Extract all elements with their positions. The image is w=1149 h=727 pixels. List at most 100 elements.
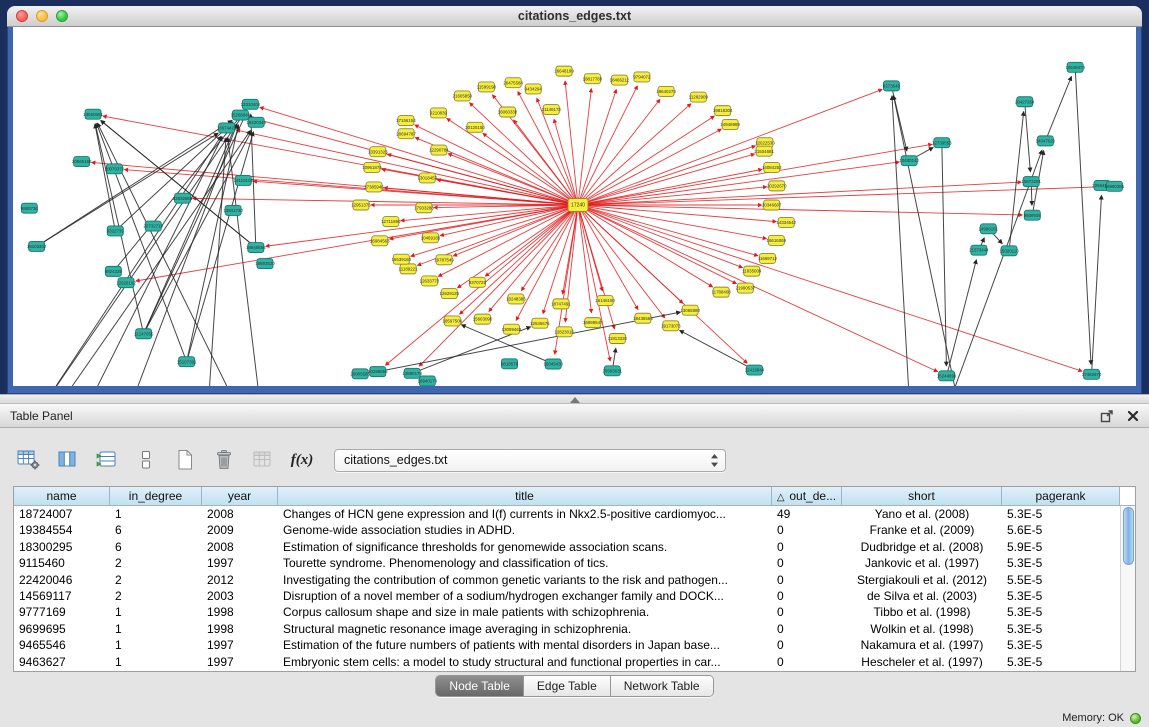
column-header-out_de[interactable]: △ out_de... (772, 487, 842, 506)
network-node[interactable]: 18466212 (610, 75, 630, 85)
network-node[interactable]: 9370729 (469, 277, 487, 287)
cell-short[interactable]: Dudbridge et al. (2008) (842, 539, 1002, 555)
table-row[interactable]: 946554611997Estimation of the future num… (14, 637, 1135, 653)
network-node[interactable]: 14110102 (234, 175, 254, 185)
network-node[interactable]: 21146173 (542, 105, 562, 115)
cell-in_degree[interactable]: 1 (110, 506, 202, 522)
table-settings-button[interactable] (14, 445, 44, 475)
cell-pagerank[interactable]: 5.3E-5 (1002, 621, 1120, 637)
cell-short[interactable]: Franke et al. (2009) (842, 522, 1002, 538)
show-columns-button[interactable] (53, 445, 83, 475)
table-row[interactable]: 2242004622012Investigating the contribut… (14, 572, 1135, 588)
network-node[interactable]: 12711690 (381, 217, 401, 227)
cell-title[interactable]: Changes of HCN gene expression and I(f) … (278, 506, 772, 522)
network-node[interactable]: 17385946 (364, 182, 384, 192)
network-node[interactable]: 16616069 (767, 235, 787, 245)
network-node[interactable]: 9865736 (21, 203, 39, 213)
cell-name[interactable]: 9465546 (14, 637, 110, 653)
scrollbar-thumb[interactable] (1123, 507, 1134, 565)
cell-pagerank[interactable]: 5.3E-5 (1002, 637, 1120, 653)
cell-pagerank[interactable]: 5.5E-5 (1002, 572, 1120, 588)
network-node[interactable]: 14334642 (776, 217, 796, 227)
cell-in_degree[interactable]: 1 (110, 621, 202, 637)
import-rows-button[interactable] (92, 445, 122, 475)
new-column-button[interactable] (170, 445, 200, 475)
network-node[interactable]: 12926102 (116, 278, 136, 288)
network-node[interactable]: 19173073 (661, 321, 681, 331)
cell-in_degree[interactable]: 1 (110, 637, 202, 653)
network-node[interactable]: 16899547 (583, 318, 603, 328)
column-header-name[interactable]: name (14, 487, 110, 506)
cell-out_de[interactable]: 0 (772, 621, 842, 637)
network-node[interactable]: 18436565 (633, 313, 653, 323)
cell-year[interactable]: 2008 (202, 539, 278, 555)
cell-name[interactable]: 9777169 (14, 604, 110, 620)
cell-name[interactable]: 14569117 (14, 588, 110, 604)
network-node[interactable]: 20694787 (396, 129, 416, 139)
network-node[interactable]: 20070370 (105, 164, 125, 174)
column-header-short[interactable]: short (842, 487, 1002, 506)
network-node[interactable]: 15268844 (231, 110, 251, 120)
network-node[interactable]: 9609939 (1024, 210, 1042, 220)
network-node[interactable]: 10649479 (1065, 62, 1085, 72)
cell-title[interactable]: Estimation of significance thresholds fo… (278, 539, 772, 555)
network-node[interactable]: 13099463 (502, 324, 522, 334)
network-node[interactable]: 10469183 (421, 233, 441, 243)
table-row[interactable]: 1830029562008Estimation of significance … (14, 539, 1135, 555)
cell-short[interactable]: Yano et al. (2008) (842, 506, 1002, 522)
cell-title[interactable]: Investigating the contribution of common… (278, 572, 772, 588)
cell-name[interactable]: 18300295 (14, 539, 110, 555)
network-node[interactable]: 9824339 (105, 266, 123, 276)
cell-out_de[interactable]: 0 (772, 572, 842, 588)
network-node[interactable]: 19980385 (1105, 181, 1125, 191)
cell-pagerank[interactable]: 5.3E-5 (1002, 604, 1120, 620)
network-node[interactable]: 10961874 (362, 162, 382, 172)
table-row[interactable]: 1872400712008Changes of HCN gene express… (14, 506, 1135, 522)
network-node[interactable]: 16984563 (370, 236, 390, 246)
network-node[interactable]: 16045430 (543, 359, 563, 369)
cell-out_de[interactable]: 0 (772, 539, 842, 555)
network-node[interactable]: 20125150 (465, 122, 485, 132)
window-zoom-button[interactable] (56, 10, 68, 22)
tab-node-table[interactable]: Node Table (436, 676, 524, 696)
network-node[interactable]: 22832864 (173, 193, 193, 203)
network-node[interactable]: 12290784 (429, 145, 449, 155)
network-node[interactable]: 9210839 (430, 108, 448, 118)
network-node[interactable]: 13841720 (223, 205, 243, 215)
tab-network-table[interactable]: Network Table (611, 676, 713, 696)
network-node[interactable]: 17156154 (396, 116, 416, 126)
network-node[interactable]: 20005585 (350, 369, 370, 379)
cell-title[interactable]: Genome-wide association studies in ADHD. (278, 522, 772, 538)
cell-in_degree[interactable]: 1 (110, 604, 202, 620)
network-node[interactable]: 21990537 (736, 283, 756, 293)
network-window-titlebar[interactable]: citations_edges.txt (7, 6, 1142, 27)
table-selector-dropdown[interactable]: citations_edges.txt (334, 449, 726, 472)
cell-short[interactable]: Hescheler et al. (1997) (842, 654, 1002, 670)
network-node[interactable]: 17933288 (414, 203, 434, 213)
network-node[interactable]: 15020110 (999, 246, 1019, 256)
cell-pagerank[interactable]: 5.3E-5 (1002, 506, 1120, 522)
cell-year[interactable]: 2003 (202, 588, 278, 604)
cell-out_de[interactable]: 0 (772, 604, 842, 620)
network-node[interactable]: 9434294 (525, 84, 543, 94)
citation-network-graph[interactable]: 1331040898657362283286493227391526884498… (13, 27, 1136, 386)
network-node[interactable]: 17240 (568, 199, 588, 212)
column-header-in_degree[interactable]: in_degree (110, 487, 202, 506)
row-height-button[interactable] (131, 445, 161, 475)
tab-edge-table[interactable]: Edge Table (524, 676, 611, 696)
cell-year[interactable]: 1997 (202, 637, 278, 653)
cell-out_de[interactable]: 49 (772, 506, 842, 522)
network-node[interactable]: 21605850 (453, 91, 473, 101)
network-node[interactable]: 20565188 (72, 157, 92, 167)
cell-in_degree[interactable]: 2 (110, 588, 202, 604)
network-node[interactable]: 18640273 (656, 86, 676, 96)
network-node[interactable]: 12535676 (530, 318, 550, 328)
table-row[interactable]: 1938455462009Genome-wide association stu… (14, 522, 1135, 538)
table-row[interactable]: 911546021997Tourette syndrome. Phenomeno… (14, 555, 1135, 571)
splitter-grip-icon[interactable] (570, 397, 580, 403)
network-node[interactable]: 20258656 (368, 367, 388, 377)
window-close-button[interactable] (16, 10, 28, 22)
cell-in_degree[interactable]: 6 (110, 539, 202, 555)
cell-short[interactable]: de Silva et al. (2003) (842, 588, 1002, 604)
cell-title[interactable]: Estimation of the future numbers of pati… (278, 637, 772, 653)
